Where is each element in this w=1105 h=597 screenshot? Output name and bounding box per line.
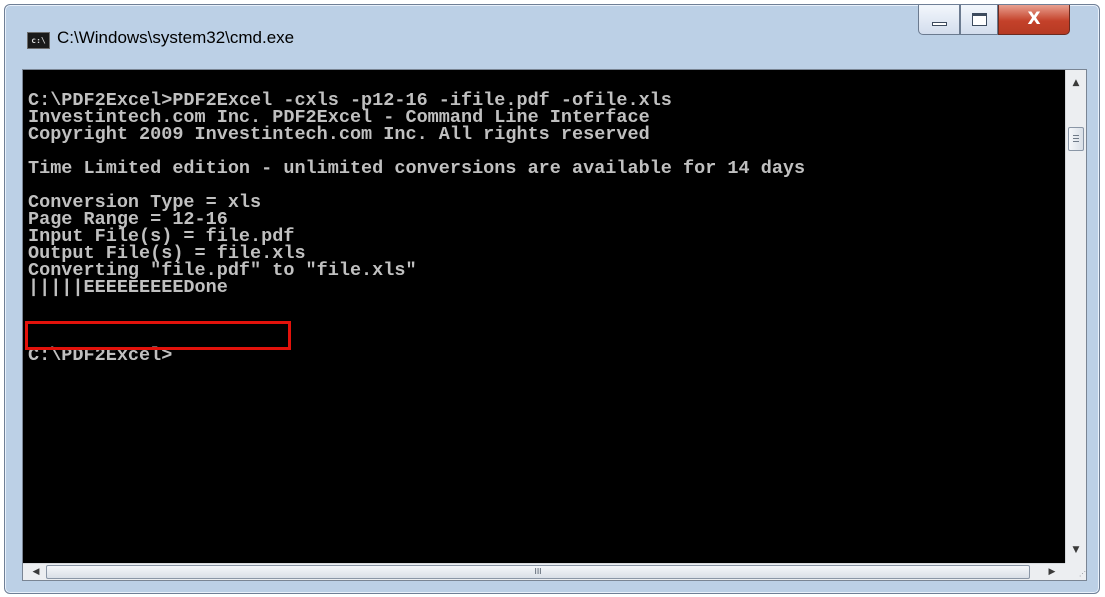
vertical-scrollbar[interactable]: ▲ ▼ — [1065, 70, 1086, 563]
console-line: |||||EEEEEEEEEDone — [28, 277, 228, 298]
minimize-button[interactable] — [918, 5, 960, 35]
scroll-up-arrow-icon[interactable]: ▲ — [1066, 73, 1086, 93]
maximize-icon — [972, 13, 987, 26]
vertical-scroll-thumb[interactable] — [1068, 127, 1084, 151]
scroll-left-arrow-icon[interactable]: ◀ — [26, 564, 46, 581]
close-button[interactable]: X — [998, 5, 1070, 35]
close-icon: X — [1027, 9, 1041, 29]
console-line: Copyright 2009 Investintech.com Inc. All… — [28, 124, 650, 145]
horizontal-scroll-thumb[interactable]: III — [46, 565, 1030, 579]
console-output-area[interactable]: C:\PDF2Excel>PDF2Excel -cxls -p12-16 -if… — [23, 70, 1065, 563]
scroll-right-arrow-icon[interactable]: ▶ — [1042, 564, 1062, 581]
resize-grip-icon[interactable]: ⋰ — [1065, 563, 1086, 580]
title-bar[interactable]: c:\ C:\Windows\system32\cmd.exe X — [5, 5, 1099, 63]
cmd-app-icon[interactable]: c:\ — [27, 32, 50, 49]
console-line: Time Limited edition - unlimited convers… — [28, 158, 806, 179]
horizontal-scrollbar[interactable]: ◀ III ▶ — [23, 563, 1065, 580]
grip-icon — [1073, 135, 1079, 136]
console-frame: C:\PDF2Excel>PDF2Excel -cxls -p12-16 -if… — [22, 69, 1087, 581]
window-title: C:\Windows\system32\cmd.exe — [57, 28, 295, 47]
minimize-icon — [932, 22, 947, 26]
scroll-down-arrow-icon[interactable]: ▼ — [1066, 540, 1086, 560]
highlight-box — [25, 321, 291, 350]
cmd-window: c:\ C:\Windows\system32\cmd.exe X C:\PDF… — [4, 4, 1100, 594]
maximize-button[interactable] — [960, 5, 998, 35]
